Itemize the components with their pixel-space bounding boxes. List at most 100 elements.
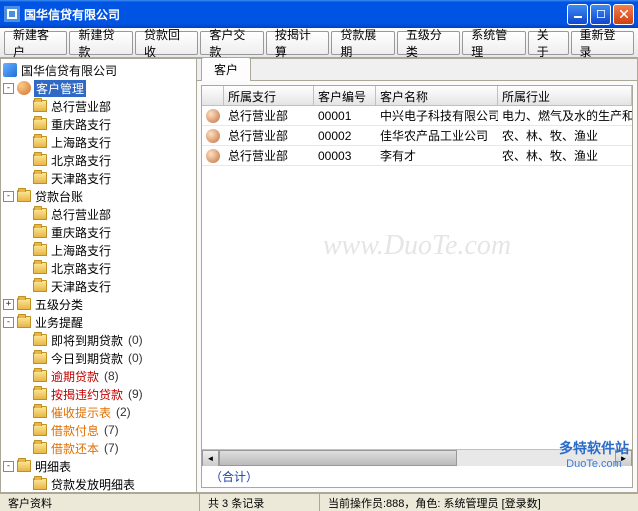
folder-icon	[33, 244, 47, 256]
minimize-button[interactable]	[567, 4, 588, 25]
tree-detail[interactable]: - 明细表	[3, 457, 194, 475]
folder-icon	[33, 262, 47, 274]
toolbar: 新建客户 新建贷款 贷款回收 客户交款 按揭计算 贷款展期 五级分类 系统管理 …	[0, 28, 638, 58]
expand-icon[interactable]: +	[3, 299, 14, 310]
person-icon	[206, 129, 220, 143]
loan-recovery-button[interactable]: 贷款回收	[135, 31, 198, 55]
new-loan-button[interactable]: 新建贷款	[69, 31, 132, 55]
scroll-right-button[interactable]: ►	[615, 450, 632, 467]
folder-icon	[33, 208, 47, 220]
folder-icon	[33, 172, 47, 184]
tab-strip: 客户	[197, 59, 637, 81]
col-customer-id[interactable]: 客户编号	[314, 86, 376, 105]
customer-payment-button[interactable]: 客户交款	[200, 31, 263, 55]
tree-branch[interactable]: 重庆路支行	[3, 115, 194, 133]
tree-branch[interactable]: 天津路支行	[3, 277, 194, 295]
folder-icon	[33, 442, 47, 454]
tree-customer-mgmt[interactable]: - 客户管理	[3, 79, 194, 97]
folder-icon	[33, 334, 47, 346]
col-customer-name[interactable]: 客户名称	[376, 86, 498, 105]
tree-five-level[interactable]: + 五级分类	[3, 295, 194, 313]
folder-icon	[33, 280, 47, 292]
tree-loan-ledger[interactable]: - 贷款台账	[3, 187, 194, 205]
mortgage-calc-button[interactable]: 按揭计算	[266, 31, 329, 55]
table-row[interactable]: 总行营业部 00001 中兴电子科技有限公司 电力、燃气及水的生产和	[202, 106, 632, 126]
close-button[interactable]	[613, 4, 634, 25]
table-row[interactable]: 总行营业部 00003 李有才 农、林、牧、渔业	[202, 146, 632, 166]
horizontal-scrollbar[interactable]: ◄ ►	[202, 449, 632, 466]
tree-branch[interactable]: 重庆路支行	[3, 223, 194, 241]
col-branch[interactable]: 所属支行	[224, 86, 314, 105]
nav-tree[interactable]: 国华信贷有限公司 - 客户管理 总行营业部 重庆路支行 上海路支行 北京路支行 …	[0, 58, 197, 493]
folder-icon	[33, 100, 47, 112]
tree-branch[interactable]: 总行营业部	[3, 97, 194, 115]
relogin-button[interactable]: 重新登录	[571, 31, 634, 55]
col-industry[interactable]: 所属行业	[498, 86, 632, 105]
scroll-track[interactable]	[219, 450, 615, 466]
title-bar: 国华信贷有限公司	[0, 0, 638, 28]
collapse-icon[interactable]: -	[3, 317, 14, 328]
person-icon	[206, 109, 220, 123]
folder-icon	[33, 478, 47, 490]
person-icon	[206, 149, 220, 163]
tree-branch[interactable]: 上海路支行	[3, 133, 194, 151]
tree-alert-item[interactable]: 按揭违约贷款(9)	[3, 385, 194, 403]
status-operator: 当前操作员:888，角色: 系统管理员 [登录数]	[320, 494, 638, 511]
tree-alert-item[interactable]: 催收提示表(2)	[3, 403, 194, 421]
folder-icon	[33, 136, 47, 148]
tree-branch[interactable]: 总行营业部	[3, 205, 194, 223]
tree-alert-item[interactable]: 逾期贷款(8)	[3, 367, 194, 385]
folder-icon	[17, 460, 31, 472]
tree-branch[interactable]: 上海路支行	[3, 241, 194, 259]
table-row[interactable]: 总行营业部 00002 佳华农产品工业公司 农、林、牧、渔业	[202, 126, 632, 146]
folder-icon	[33, 388, 47, 400]
system-mgmt-button[interactable]: 系统管理	[462, 31, 525, 55]
content-area: 客户 www.DuoTe.com 所属支行 客户编号 客户名称 所属行业 总行营…	[197, 58, 638, 493]
status-record-count: 共 3 条记录	[200, 494, 320, 511]
grid-body[interactable]: 总行营业部 00001 中兴电子科技有限公司 电力、燃气及水的生产和 总行营业部…	[202, 106, 632, 449]
data-grid: www.DuoTe.com 所属支行 客户编号 客户名称 所属行业 总行营业部 …	[201, 85, 633, 488]
about-button[interactable]: 关于	[528, 31, 569, 55]
tree-alert-item[interactable]: 借款付息(7)	[3, 421, 194, 439]
grid-header: 所属支行 客户编号 客户名称 所属行业	[202, 86, 632, 106]
tree-alert-item[interactable]: 借款还本(7)	[3, 439, 194, 457]
grid-footer: （合计）	[202, 466, 632, 487]
status-bar: 客户资料 共 3 条记录 当前操作员:888，角色: 系统管理员 [登录数]	[0, 493, 638, 511]
window-title: 国华信贷有限公司	[24, 6, 567, 23]
maximize-button[interactable]	[590, 4, 611, 25]
group-icon	[17, 81, 31, 95]
collapse-icon[interactable]: -	[3, 191, 14, 202]
folder-icon	[33, 226, 47, 238]
tree-branch[interactable]: 北京路支行	[3, 151, 194, 169]
window-controls	[567, 4, 634, 25]
folder-icon	[33, 154, 47, 166]
folder-icon	[33, 118, 47, 130]
tree-alert-item[interactable]: 今日到期贷款(0)	[3, 349, 194, 367]
scroll-thumb[interactable]	[219, 450, 457, 466]
tree-branch[interactable]: 北京路支行	[3, 259, 194, 277]
row-indicator-header[interactable]	[202, 86, 224, 105]
tree-branch[interactable]: 天津路支行	[3, 169, 194, 187]
status-section: 客户资料	[0, 494, 200, 511]
collapse-icon[interactable]: -	[3, 461, 14, 472]
folder-icon	[17, 190, 31, 202]
app-icon	[4, 6, 20, 22]
folder-icon	[33, 424, 47, 436]
folder-icon	[33, 352, 47, 364]
folder-icon	[17, 316, 31, 328]
tree-alert-item[interactable]: 即将到期贷款(0)	[3, 331, 194, 349]
scroll-left-button[interactable]: ◄	[202, 450, 219, 467]
new-customer-button[interactable]: 新建客户	[4, 31, 67, 55]
folder-icon	[33, 406, 47, 418]
tree-biz-alert[interactable]: - 业务提醒	[3, 313, 194, 331]
folder-icon	[33, 370, 47, 382]
tree-detail-item[interactable]: 贷款发放明细表	[3, 475, 194, 493]
loan-extension-button[interactable]: 贷款展期	[331, 31, 394, 55]
tree-root[interactable]: 国华信贷有限公司	[3, 61, 194, 79]
folder-icon	[17, 298, 31, 310]
company-icon	[3, 63, 17, 77]
collapse-icon[interactable]: -	[3, 83, 14, 94]
tab-customer[interactable]: 客户	[201, 57, 251, 81]
five-level-button[interactable]: 五级分类	[397, 31, 460, 55]
main-area: 国华信贷有限公司 - 客户管理 总行营业部 重庆路支行 上海路支行 北京路支行 …	[0, 58, 638, 493]
